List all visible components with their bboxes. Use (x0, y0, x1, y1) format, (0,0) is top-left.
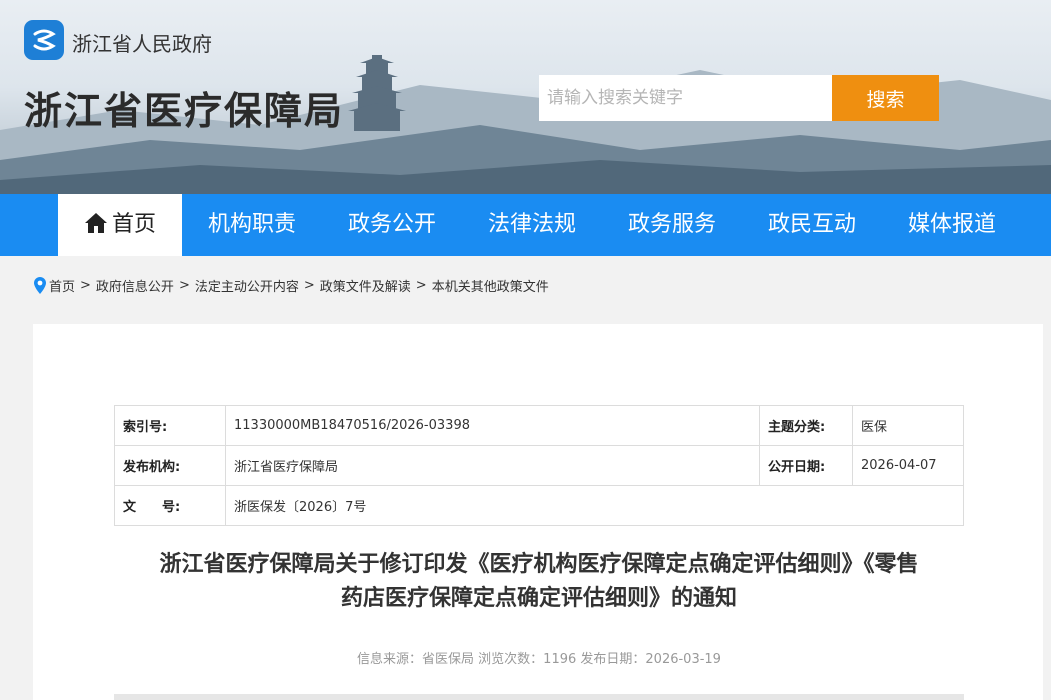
search-input[interactable] (539, 75, 832, 121)
home-icon (84, 213, 107, 233)
nav-gov-affairs-open[interactable]: 政务公开 (332, 194, 452, 256)
public-date-label: 公开日期: (759, 445, 853, 486)
public-date-value: 2026-04-07 (852, 445, 964, 486)
gov-name-link[interactable]: 浙江省人民政府 (72, 28, 212, 57)
index-label: 索引号: (114, 405, 226, 446)
breadcrumb-separator: > (80, 278, 91, 293)
document-info: 信息来源：省医保局 浏览次数：1196 发布日期：2026-03-19 (357, 652, 721, 667)
nav-media[interactable]: 媒体报道 (892, 194, 1012, 256)
location-pin-icon (34, 277, 46, 294)
publisher-label: 发布机构: (114, 445, 226, 486)
breadcrumb-home[interactable]: 首页 (49, 276, 75, 295)
topic-value: 医保 (852, 405, 964, 446)
nav-home[interactable]: 首页 (58, 194, 182, 256)
index-value: 11330000MB18470516/2026-03398 (225, 405, 760, 446)
nav-home-label: 首页 (111, 212, 156, 237)
publisher-value: 浙江省医疗保障局 (225, 445, 760, 486)
document-title-line1: 浙江省医疗保障局关于修订印发《医疗机构医疗保障定点确定评估细则》《零售 (159, 552, 919, 577)
doc-no-value: 浙医保发〔2026〕7号 (225, 485, 964, 526)
breadcrumb-separator: > (303, 278, 315, 293)
nav-interaction[interactable]: 政民互动 (752, 194, 872, 256)
breadcrumb-statutory-content[interactable]: 法定主动公开内容 (195, 276, 299, 295)
nav-laws[interactable]: 法律法规 (472, 194, 592, 256)
table-row: 索引号: 11330000MB18470516/2026-03398 主题分类:… (114, 405, 964, 446)
doc-no-label: 文 号: (114, 485, 226, 526)
nav-organization[interactable]: 机构职责 (192, 194, 312, 256)
document-meta-table: 索引号: 11330000MB18470516/2026-03398 主题分类:… (114, 405, 964, 526)
breadcrumb-other-policy-docs[interactable]: 本机关其他政策文件 (432, 276, 549, 295)
table-row: 文 号: 浙医保发〔2026〕7号 (114, 485, 964, 526)
site-header: 浙江省人民政府 浙江省医疗保障局 搜索 (0, 0, 1051, 194)
breadcrumb-separator: > (415, 278, 427, 293)
search-button[interactable]: 搜索 (832, 75, 939, 121)
content-divider (114, 694, 964, 700)
breadcrumb: 首页 > 政府信息公开 > 法定主动公开内容 > 政策文件及解读 > 本机关其他… (34, 276, 549, 295)
gov-logo-icon[interactable] (24, 20, 64, 60)
breadcrumb-separator: > (178, 278, 190, 293)
document-title: 浙江省医疗保障局关于修订印发《医疗机构医疗保障定点确定评估细则》《零售 药店医疗… (114, 548, 964, 616)
site-title: 浙江省医疗保障局 (24, 89, 345, 133)
breadcrumb-policy-docs[interactable]: 政策文件及解读 (320, 276, 411, 295)
topic-label: 主题分类: (759, 405, 853, 446)
main-nav: 首页 机构职责 政务公开 法律法规 政务服务 政民互动 媒体报道 (0, 194, 1051, 256)
nav-services[interactable]: 政务服务 (612, 194, 732, 256)
table-row: 发布机构: 浙江省医疗保障局 公开日期: 2026-04-07 (114, 445, 964, 486)
document-title-line2: 药店医疗保障定点确定评估细则》的通知 (340, 586, 737, 611)
breadcrumb-gov-info-open[interactable]: 政府信息公开 (96, 276, 174, 295)
